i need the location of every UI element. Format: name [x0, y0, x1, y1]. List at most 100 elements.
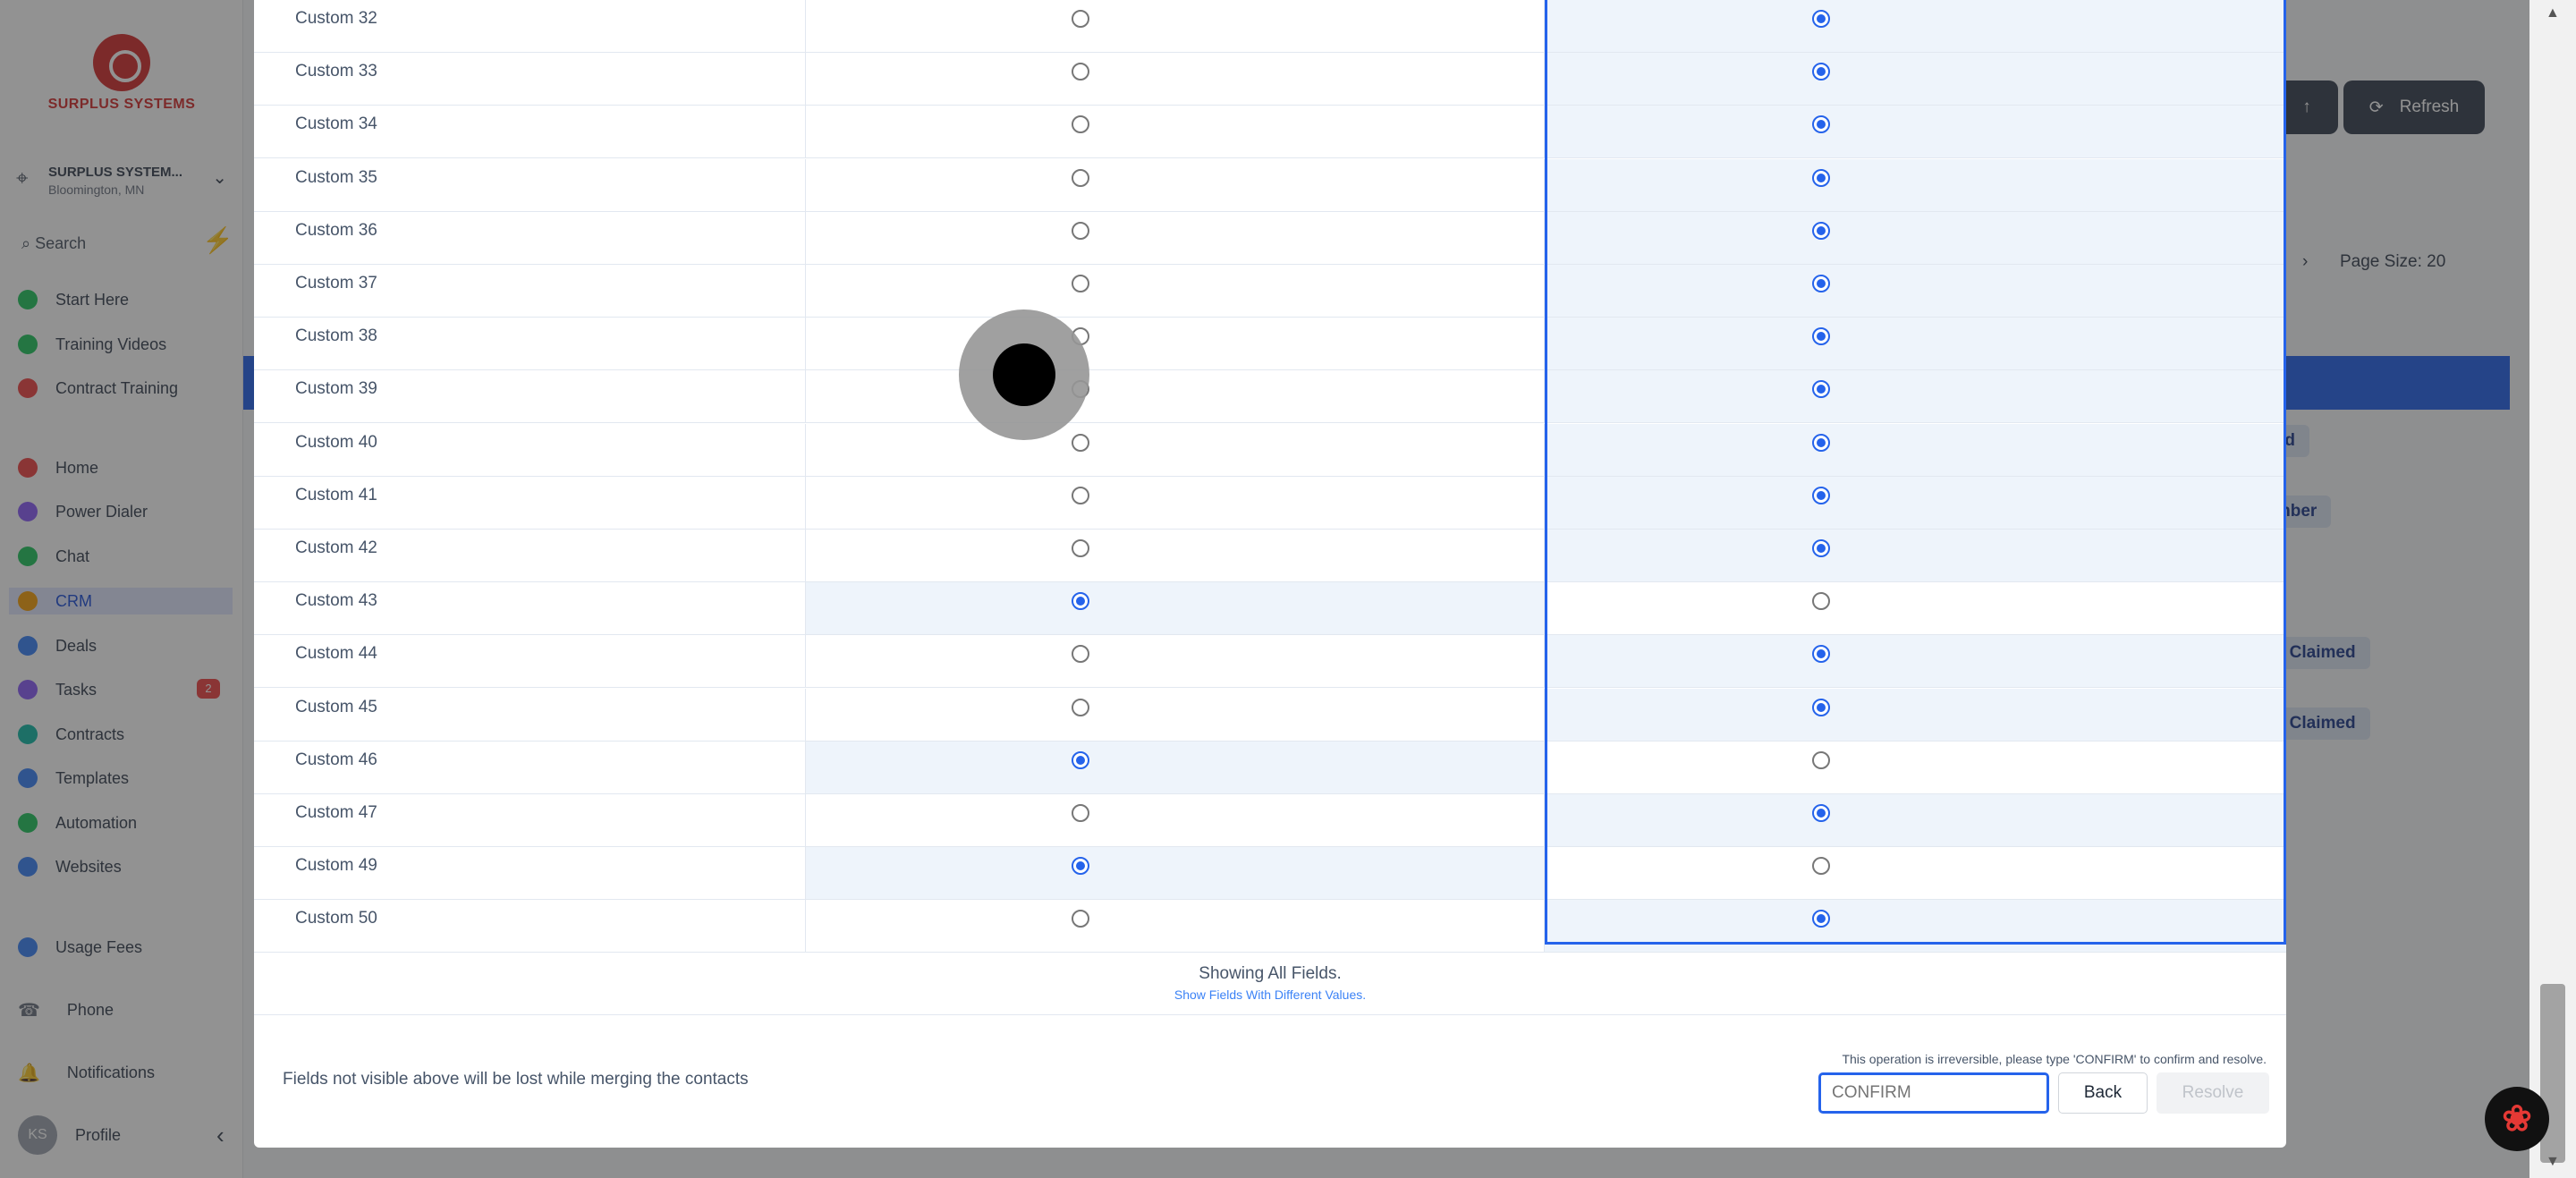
contact-b-radio[interactable] — [1812, 221, 1830, 240]
contact-b-cell[interactable] — [1545, 582, 2286, 634]
table-row: Custom 49 — [254, 847, 2286, 901]
table-row: Custom 41 — [254, 476, 2286, 530]
contact-a-radio[interactable] — [1072, 804, 1089, 822]
field-label: Custom 44 — [254, 635, 806, 688]
table-row: Custom 38 — [254, 318, 2286, 371]
scroll-down-icon[interactable]: ▼ — [2546, 1154, 2560, 1170]
table-row: Custom 50 — [254, 900, 2286, 953]
contact-b-radio[interactable] — [1812, 63, 1830, 81]
contact-a-cell[interactable] — [806, 741, 1545, 793]
contact-a-cell[interactable] — [806, 370, 1545, 423]
contact-a-cell[interactable] — [806, 635, 1545, 688]
table-row: Custom 46 — [254, 741, 2286, 794]
contact-b-cell[interactable] — [1545, 847, 2286, 899]
contact-b-cell[interactable] — [1545, 476, 2286, 529]
contact-a-radio[interactable] — [1072, 750, 1089, 769]
contact-a-radio[interactable] — [1072, 275, 1089, 292]
table-row: Custom 39 — [254, 370, 2286, 424]
contact-a-cell[interactable] — [806, 794, 1545, 846]
contact-a-cell[interactable] — [806, 53, 1545, 106]
contact-a-cell[interactable] — [806, 688, 1545, 741]
contact-b-cell[interactable] — [1545, 742, 2286, 793]
show-different-fields-link[interactable]: Show Fields With Different Values. — [254, 987, 2286, 1002]
contact-a-radio[interactable] — [1072, 857, 1089, 876]
contact-b-cell[interactable] — [1545, 794, 2286, 846]
contact-b-radio[interactable] — [1812, 115, 1830, 134]
field-label: Custom 34 — [254, 106, 806, 158]
contact-a-radio[interactable] — [1072, 168, 1089, 187]
contact-b-radio[interactable] — [1812, 750, 1830, 769]
contact-b-cell[interactable] — [1545, 530, 2286, 581]
contact-a-cell[interactable] — [806, 106, 1545, 158]
contact-b-radio[interactable] — [1812, 698, 1830, 716]
field-label: Custom 42 — [254, 530, 806, 581]
table-row: Custom 45 — [254, 688, 2286, 742]
irreversible-notice: This operation is irreversible, please t… — [1842, 1052, 2267, 1066]
contact-b-radio[interactable] — [1812, 539, 1830, 557]
contact-b-radio[interactable] — [1812, 486, 1830, 504]
contact-a-cell[interactable] — [806, 265, 1545, 317]
contact-b-cell[interactable] — [1545, 423, 2286, 476]
contact-a-radio[interactable] — [1072, 433, 1089, 452]
contact-b-cell[interactable] — [1545, 0, 2286, 52]
table-row: Custom 47 — [254, 794, 2286, 847]
contact-b-radio[interactable] — [1812, 275, 1830, 292]
contact-b-radio[interactable] — [1812, 10, 1830, 28]
contact-b-radio[interactable] — [1812, 380, 1830, 399]
contact-a-radio[interactable] — [1072, 698, 1089, 716]
field-label: Custom 47 — [254, 794, 806, 846]
divider — [254, 1014, 2286, 1015]
contact-b-cell[interactable] — [1545, 635, 2286, 688]
contact-b-radio[interactable] — [1812, 327, 1830, 346]
table-row: Custom 40 — [254, 423, 2286, 477]
contact-b-cell[interactable] — [1545, 900, 2286, 953]
field-label: Custom 33 — [254, 53, 806, 106]
back-button[interactable]: Back — [2058, 1072, 2148, 1114]
contact-b-cell[interactable] — [1545, 106, 2286, 158]
contact-b-cell[interactable] — [1545, 318, 2286, 370]
contact-b-radio[interactable] — [1812, 433, 1830, 452]
contact-b-cell[interactable] — [1545, 370, 2286, 423]
contact-b-cell[interactable] — [1545, 265, 2286, 317]
field-label: Custom 50 — [254, 900, 806, 953]
contact-a-radio[interactable] — [1072, 115, 1089, 134]
contact-a-cell[interactable] — [806, 211, 1545, 264]
chat-widget-button[interactable]: ❀ — [2485, 1087, 2549, 1151]
contact-b-cell[interactable] — [1545, 158, 2286, 211]
contact-b-radio[interactable] — [1812, 168, 1830, 187]
contact-a-cell[interactable] — [806, 900, 1545, 953]
resolve-button[interactable]: Resolve — [2157, 1072, 2269, 1114]
contact-a-cell[interactable] — [806, 158, 1545, 211]
table-row: Custom 43 — [254, 582, 2286, 636]
contact-a-radio[interactable] — [1072, 910, 1089, 928]
contact-b-radio[interactable] — [1812, 857, 1830, 876]
scroll-up-icon[interactable]: ▲ — [2546, 5, 2560, 21]
field-label: Custom 49 — [254, 847, 806, 900]
contact-b-radio[interactable] — [1812, 645, 1830, 664]
table-row: Custom 32 — [254, 0, 2286, 53]
contact-b-radio[interactable] — [1812, 804, 1830, 822]
contact-a-cell[interactable] — [806, 423, 1545, 476]
contact-b-cell[interactable] — [1545, 211, 2286, 264]
contact-a-radio[interactable] — [1072, 486, 1089, 504]
contact-a-radio[interactable] — [1072, 645, 1089, 664]
contact-a-cell[interactable] — [806, 476, 1545, 529]
field-label: Custom 39 — [254, 370, 806, 423]
contact-b-radio[interactable] — [1812, 592, 1830, 611]
contact-a-radio[interactable] — [1072, 592, 1089, 611]
contact-a-cell[interactable] — [806, 847, 1545, 900]
contact-a-radio[interactable] — [1072, 539, 1089, 557]
contact-a-cell[interactable] — [806, 530, 1545, 581]
contact-b-radio[interactable] — [1812, 910, 1830, 928]
contact-a-cell[interactable] — [806, 582, 1545, 635]
confirm-input[interactable] — [1818, 1072, 2049, 1114]
page-scrollbar[interactable]: ▲ ▼ — [2529, 0, 2576, 1178]
contact-a-cell[interactable] — [806, 318, 1545, 370]
contact-a-radio[interactable] — [1072, 10, 1089, 28]
contact-a-radio[interactable] — [1072, 63, 1089, 81]
contact-a-radio[interactable] — [1072, 221, 1089, 240]
table-row: Custom 33 — [254, 53, 2286, 106]
contact-a-cell[interactable] — [806, 0, 1545, 52]
contact-b-cell[interactable] — [1545, 688, 2286, 741]
contact-b-cell[interactable] — [1545, 53, 2286, 106]
